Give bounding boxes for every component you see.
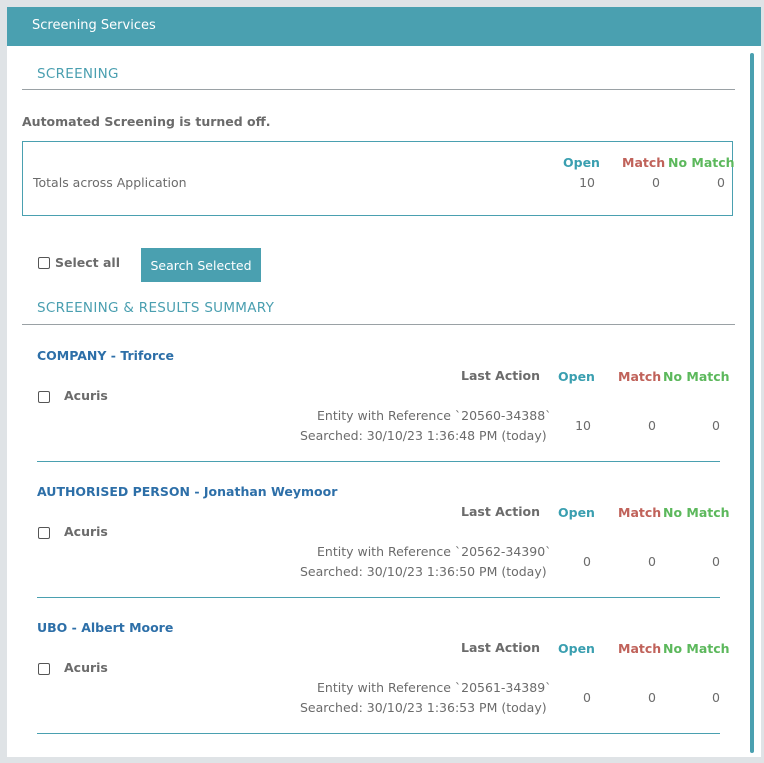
searched-timestamp: Searched: 30/10/23 1:36:53 PM (today): [300, 700, 547, 715]
entity-divider: [37, 461, 720, 462]
entity-title[interactable]: COMPANY - Triforce: [37, 348, 174, 363]
entity-title[interactable]: AUTHORISED PERSON - Jonathan Weymoor: [37, 484, 337, 499]
totals-match-value: 0: [652, 175, 660, 190]
entity-reference: Entity with Reference `20561-34389`: [317, 680, 552, 695]
entity-reference: Entity with Reference `20562-34390`: [317, 544, 552, 559]
search-selected-button[interactable]: Search Selected: [141, 248, 261, 282]
entity-divider: [37, 733, 720, 734]
totals-match-header: Match: [622, 155, 666, 170]
select-all-checkbox[interactable]: [38, 257, 50, 269]
summary-divider: [22, 324, 735, 325]
match-count: 0: [648, 554, 656, 569]
open-count: 10: [575, 418, 591, 433]
provider-label: Acuris: [64, 660, 108, 675]
searched-timestamp: Searched: 30/10/23 1:36:48 PM (today): [300, 428, 547, 443]
open-header: Open: [558, 505, 595, 520]
match-header: Match: [618, 369, 662, 384]
entity-divider: [37, 597, 720, 598]
provider-label: Acuris: [64, 524, 108, 539]
last-action-header: Last Action: [461, 368, 540, 383]
entity-checkbox[interactable]: [38, 391, 50, 403]
open-count: 0: [583, 554, 591, 569]
searched-timestamp: Searched: 30/10/23 1:36:50 PM (today): [300, 564, 547, 579]
totals-open-header: Open: [563, 155, 600, 170]
panel-title: Screening Services: [32, 18, 156, 33]
nomatch-count: 0: [712, 554, 720, 569]
vertical-scrollbar[interactable]: [750, 53, 754, 753]
entity-checkbox[interactable]: [38, 527, 50, 539]
match-header: Match: [618, 641, 662, 656]
totals-label: Totals across Application: [33, 175, 187, 190]
totals-open-value: 10: [579, 175, 595, 190]
nomatch-header: No Match: [663, 505, 730, 520]
match-count: 0: [648, 418, 656, 433]
last-action-header: Last Action: [461, 640, 540, 655]
automated-screening-status: Automated Screening is turned off.: [22, 114, 271, 129]
provider-label: Acuris: [64, 388, 108, 403]
totals-nomatch-header: No Match: [668, 155, 735, 170]
nomatch-header: No Match: [663, 641, 730, 656]
last-action-header: Last Action: [461, 504, 540, 519]
match-count: 0: [648, 690, 656, 705]
nomatch-count: 0: [712, 418, 720, 433]
entity-checkbox[interactable]: [38, 663, 50, 675]
entity-title[interactable]: UBO - Albert Moore: [37, 620, 173, 635]
totals-box: Open Match No Match Totals across Applic…: [22, 141, 735, 216]
open-header: Open: [558, 641, 595, 656]
totals-nomatch-value: 0: [717, 175, 725, 190]
panel-header: Screening Services: [7, 7, 761, 46]
open-header: Open: [558, 369, 595, 384]
select-all-label[interactable]: Select all: [55, 255, 120, 270]
nomatch-count: 0: [712, 690, 720, 705]
nomatch-header: No Match: [663, 369, 730, 384]
screening-divider: [22, 89, 735, 90]
screening-services-panel: Screening Services SCREENING Automated S…: [7, 7, 761, 757]
match-header: Match: [618, 505, 662, 520]
entity-reference: Entity with Reference `20560-34388`: [317, 408, 552, 423]
summary-heading: SCREENING & RESULTS SUMMARY: [37, 300, 275, 316]
open-count: 0: [583, 690, 591, 705]
screening-heading: SCREENING: [37, 66, 119, 82]
